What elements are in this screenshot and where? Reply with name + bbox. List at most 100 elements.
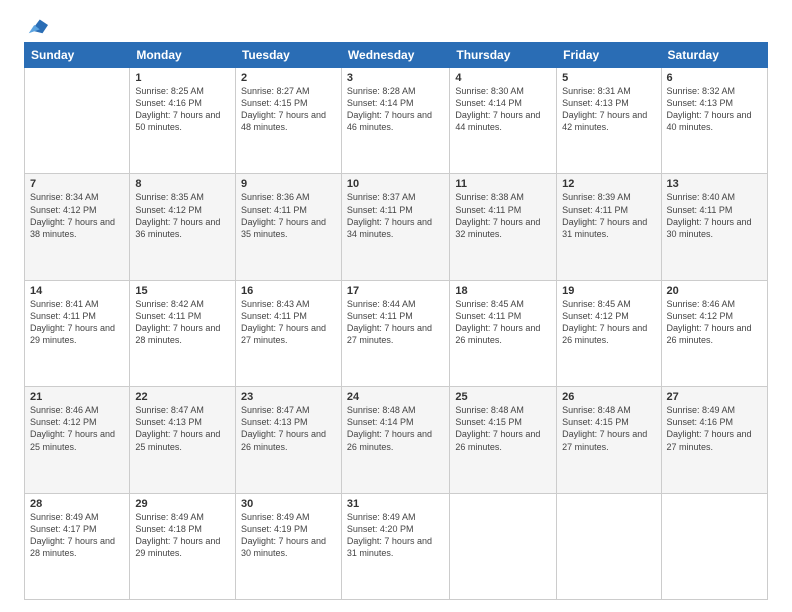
day-number: 10 [347,178,444,190]
calendar-cell: 10Sunrise: 8:37 AM Sunset: 4:11 PM Dayli… [341,174,449,280]
cell-info: Sunrise: 8:45 AM Sunset: 4:12 PM Dayligh… [562,298,655,347]
calendar-cell: 25Sunrise: 8:48 AM Sunset: 4:15 PM Dayli… [450,387,557,493]
day-number: 8 [135,178,230,190]
cell-info: Sunrise: 8:37 AM Sunset: 4:11 PM Dayligh… [347,191,444,240]
day-header-thursday: Thursday [450,43,557,68]
day-number: 2 [241,72,336,84]
calendar-cell: 17Sunrise: 8:44 AM Sunset: 4:11 PM Dayli… [341,280,449,386]
day-number: 5 [562,72,655,84]
cell-info: Sunrise: 8:41 AM Sunset: 4:11 PM Dayligh… [30,298,124,347]
cell-info: Sunrise: 8:46 AM Sunset: 4:12 PM Dayligh… [30,404,124,453]
calendar-cell: 3Sunrise: 8:28 AM Sunset: 4:14 PM Daylig… [341,68,449,174]
day-number: 15 [135,285,230,297]
cell-info: Sunrise: 8:40 AM Sunset: 4:11 PM Dayligh… [667,191,762,240]
day-number: 22 [135,391,230,403]
calendar-cell: 9Sunrise: 8:36 AM Sunset: 4:11 PM Daylig… [235,174,341,280]
day-number: 16 [241,285,336,297]
calendar-cell: 5Sunrise: 8:31 AM Sunset: 4:13 PM Daylig… [557,68,661,174]
day-header-saturday: Saturday [661,43,767,68]
day-number: 1 [135,72,230,84]
logo-icon [26,14,48,36]
calendar-cell: 27Sunrise: 8:49 AM Sunset: 4:16 PM Dayli… [661,387,767,493]
calendar-header-row: SundayMondayTuesdayWednesdayThursdayFrid… [25,43,768,68]
day-number: 14 [30,285,124,297]
calendar-cell: 2Sunrise: 8:27 AM Sunset: 4:15 PM Daylig… [235,68,341,174]
calendar-week-row: 7Sunrise: 8:34 AM Sunset: 4:12 PM Daylig… [25,174,768,280]
calendar-cell: 29Sunrise: 8:49 AM Sunset: 4:18 PM Dayli… [130,493,236,599]
cell-info: Sunrise: 8:31 AM Sunset: 4:13 PM Dayligh… [562,85,655,134]
calendar-cell: 1Sunrise: 8:25 AM Sunset: 4:16 PM Daylig… [130,68,236,174]
day-number: 28 [30,498,124,510]
calendar-cell: 15Sunrise: 8:42 AM Sunset: 4:11 PM Dayli… [130,280,236,386]
calendar: SundayMondayTuesdayWednesdayThursdayFrid… [24,42,768,600]
cell-info: Sunrise: 8:49 AM Sunset: 4:19 PM Dayligh… [241,511,336,560]
day-number: 19 [562,285,655,297]
cell-info: Sunrise: 8:36 AM Sunset: 4:11 PM Dayligh… [241,191,336,240]
calendar-cell: 18Sunrise: 8:45 AM Sunset: 4:11 PM Dayli… [450,280,557,386]
day-number: 25 [455,391,551,403]
calendar-cell: 12Sunrise: 8:39 AM Sunset: 4:11 PM Dayli… [557,174,661,280]
cell-info: Sunrise: 8:38 AM Sunset: 4:11 PM Dayligh… [455,191,551,240]
cell-info: Sunrise: 8:43 AM Sunset: 4:11 PM Dayligh… [241,298,336,347]
cell-info: Sunrise: 8:48 AM Sunset: 4:15 PM Dayligh… [562,404,655,453]
day-number: 24 [347,391,444,403]
day-header-friday: Friday [557,43,661,68]
calendar-cell: 13Sunrise: 8:40 AM Sunset: 4:11 PM Dayli… [661,174,767,280]
calendar-cell [661,493,767,599]
day-number: 18 [455,285,551,297]
day-number: 26 [562,391,655,403]
cell-info: Sunrise: 8:46 AM Sunset: 4:12 PM Dayligh… [667,298,762,347]
cell-info: Sunrise: 8:49 AM Sunset: 4:20 PM Dayligh… [347,511,444,560]
calendar-cell: 7Sunrise: 8:34 AM Sunset: 4:12 PM Daylig… [25,174,130,280]
day-number: 3 [347,72,444,84]
cell-info: Sunrise: 8:34 AM Sunset: 4:12 PM Dayligh… [30,191,124,240]
page: SundayMondayTuesdayWednesdayThursdayFrid… [0,0,792,612]
cell-info: Sunrise: 8:44 AM Sunset: 4:11 PM Dayligh… [347,298,444,347]
cell-info: Sunrise: 8:48 AM Sunset: 4:14 PM Dayligh… [347,404,444,453]
calendar-cell: 24Sunrise: 8:48 AM Sunset: 4:14 PM Dayli… [341,387,449,493]
calendar-cell: 6Sunrise: 8:32 AM Sunset: 4:13 PM Daylig… [661,68,767,174]
calendar-cell: 16Sunrise: 8:43 AM Sunset: 4:11 PM Dayli… [235,280,341,386]
day-number: 11 [455,178,551,190]
day-number: 9 [241,178,336,190]
calendar-cell: 28Sunrise: 8:49 AM Sunset: 4:17 PM Dayli… [25,493,130,599]
day-number: 13 [667,178,762,190]
calendar-cell: 26Sunrise: 8:48 AM Sunset: 4:15 PM Dayli… [557,387,661,493]
calendar-cell: 14Sunrise: 8:41 AM Sunset: 4:11 PM Dayli… [25,280,130,386]
calendar-week-row: 28Sunrise: 8:49 AM Sunset: 4:17 PM Dayli… [25,493,768,599]
day-header-monday: Monday [130,43,236,68]
cell-info: Sunrise: 8:47 AM Sunset: 4:13 PM Dayligh… [241,404,336,453]
cell-info: Sunrise: 8:27 AM Sunset: 4:15 PM Dayligh… [241,85,336,134]
day-number: 17 [347,285,444,297]
cell-info: Sunrise: 8:35 AM Sunset: 4:12 PM Dayligh… [135,191,230,240]
cell-info: Sunrise: 8:47 AM Sunset: 4:13 PM Dayligh… [135,404,230,453]
calendar-cell: 19Sunrise: 8:45 AM Sunset: 4:12 PM Dayli… [557,280,661,386]
day-number: 31 [347,498,444,510]
day-number: 27 [667,391,762,403]
calendar-cell: 4Sunrise: 8:30 AM Sunset: 4:14 PM Daylig… [450,68,557,174]
day-header-tuesday: Tuesday [235,43,341,68]
cell-info: Sunrise: 8:39 AM Sunset: 4:11 PM Dayligh… [562,191,655,240]
cell-info: Sunrise: 8:49 AM Sunset: 4:17 PM Dayligh… [30,511,124,560]
day-header-sunday: Sunday [25,43,130,68]
cell-info: Sunrise: 8:45 AM Sunset: 4:11 PM Dayligh… [455,298,551,347]
day-number: 12 [562,178,655,190]
day-number: 20 [667,285,762,297]
day-number: 6 [667,72,762,84]
calendar-cell: 20Sunrise: 8:46 AM Sunset: 4:12 PM Dayli… [661,280,767,386]
cell-info: Sunrise: 8:49 AM Sunset: 4:18 PM Dayligh… [135,511,230,560]
calendar-cell: 31Sunrise: 8:49 AM Sunset: 4:20 PM Dayli… [341,493,449,599]
calendar-cell: 22Sunrise: 8:47 AM Sunset: 4:13 PM Dayli… [130,387,236,493]
header [24,18,768,36]
day-number: 7 [30,178,124,190]
calendar-cell: 30Sunrise: 8:49 AM Sunset: 4:19 PM Dayli… [235,493,341,599]
calendar-cell [25,68,130,174]
day-number: 4 [455,72,551,84]
calendar-week-row: 14Sunrise: 8:41 AM Sunset: 4:11 PM Dayli… [25,280,768,386]
calendar-cell [450,493,557,599]
cell-info: Sunrise: 8:30 AM Sunset: 4:14 PM Dayligh… [455,85,551,134]
day-number: 29 [135,498,230,510]
cell-info: Sunrise: 8:28 AM Sunset: 4:14 PM Dayligh… [347,85,444,134]
day-number: 21 [30,391,124,403]
calendar-week-row: 1Sunrise: 8:25 AM Sunset: 4:16 PM Daylig… [25,68,768,174]
